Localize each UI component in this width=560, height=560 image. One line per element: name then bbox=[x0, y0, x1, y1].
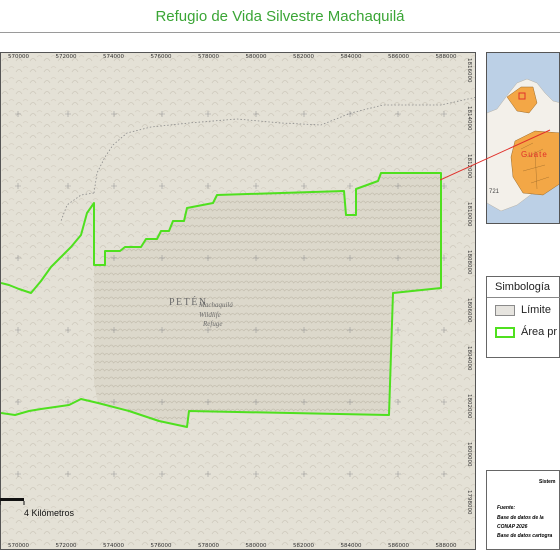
x-tick-label: 586000 bbox=[388, 543, 409, 549]
y-tick-label: 1802000 bbox=[466, 394, 472, 419]
y-tick-label: 1800000 bbox=[466, 442, 472, 467]
x-tick-label: 588000 bbox=[435, 54, 457, 60]
y-tick-label: 1806000 bbox=[466, 298, 472, 323]
x-tick-label: 576000 bbox=[150, 543, 172, 549]
legend-label-limit: Límite bbox=[521, 304, 551, 316]
source-line-3: Base de datos cartogra bbox=[497, 533, 553, 539]
locator-line bbox=[440, 129, 551, 181]
legend-label-protected-area: Área pr bbox=[521, 326, 558, 338]
title-divider bbox=[0, 32, 560, 33]
y-tick-label: 1810000 bbox=[466, 202, 472, 227]
legend: Simbología Límite Área pr bbox=[486, 276, 560, 358]
x-tick-label: 570000 bbox=[8, 54, 29, 60]
x-tick-label: 582000 bbox=[293, 54, 314, 60]
x-tick-label: 582000 bbox=[293, 543, 314, 549]
y-tick-label: 1816000 bbox=[466, 58, 472, 83]
x-tick-label: 572000 bbox=[55, 54, 77, 60]
x-tick-label: 580000 bbox=[245, 543, 267, 549]
terrain-map: PETÉN Machaquilá Wildlife Refuge bbox=[1, 53, 475, 549]
x-tick-label: 576000 bbox=[150, 54, 172, 60]
area-label-line-3: Refuge bbox=[202, 320, 222, 328]
y-tick-label: 1808000 bbox=[466, 250, 472, 275]
x-tick-label: 574000 bbox=[103, 54, 124, 60]
scale-bar-label: 4 Kilómetros bbox=[24, 508, 75, 518]
area-label-line-1: Machaquilá bbox=[198, 301, 233, 309]
main-map[interactable]: PETÉN Machaquilá Wildlife Refuge bbox=[0, 52, 476, 550]
legend-swatch-limit bbox=[495, 305, 515, 316]
x-tick-label: 588000 bbox=[435, 543, 457, 549]
source-title: Fuente: bbox=[497, 505, 516, 511]
x-tick-label: 570000 bbox=[8, 543, 29, 549]
y-tick-label: 1804000 bbox=[466, 346, 472, 371]
y-tick-label: 1798000 bbox=[466, 490, 472, 515]
x-tick-label: 586000 bbox=[388, 54, 409, 60]
legend-swatch-protected-area bbox=[495, 327, 515, 338]
x-tick-label: 578000 bbox=[198, 54, 219, 60]
legend-title: Simbología bbox=[495, 281, 551, 293]
x-tick-label: 578000 bbox=[198, 543, 219, 549]
map-title: Refugio de Vida Silvestre Machaquilá bbox=[155, 8, 405, 25]
legend-divider bbox=[487, 297, 560, 298]
x-tick-label: 580000 bbox=[245, 54, 267, 60]
source-line-1: Base de datos de la bbox=[497, 515, 544, 521]
source-line-2: CONAP 2026 bbox=[497, 524, 528, 530]
coordinate-system-label: Sistem bbox=[539, 479, 556, 485]
x-tick-label: 572000 bbox=[55, 543, 77, 549]
info-box: Sistem Fuente: Base de datos de la CONAP… bbox=[486, 470, 560, 550]
x-tick-label: 584000 bbox=[340, 54, 362, 60]
area-label-line-2: Wildlife bbox=[199, 311, 221, 319]
x-tick-label: 584000 bbox=[340, 543, 362, 549]
x-tick-label: 574000 bbox=[103, 543, 124, 549]
